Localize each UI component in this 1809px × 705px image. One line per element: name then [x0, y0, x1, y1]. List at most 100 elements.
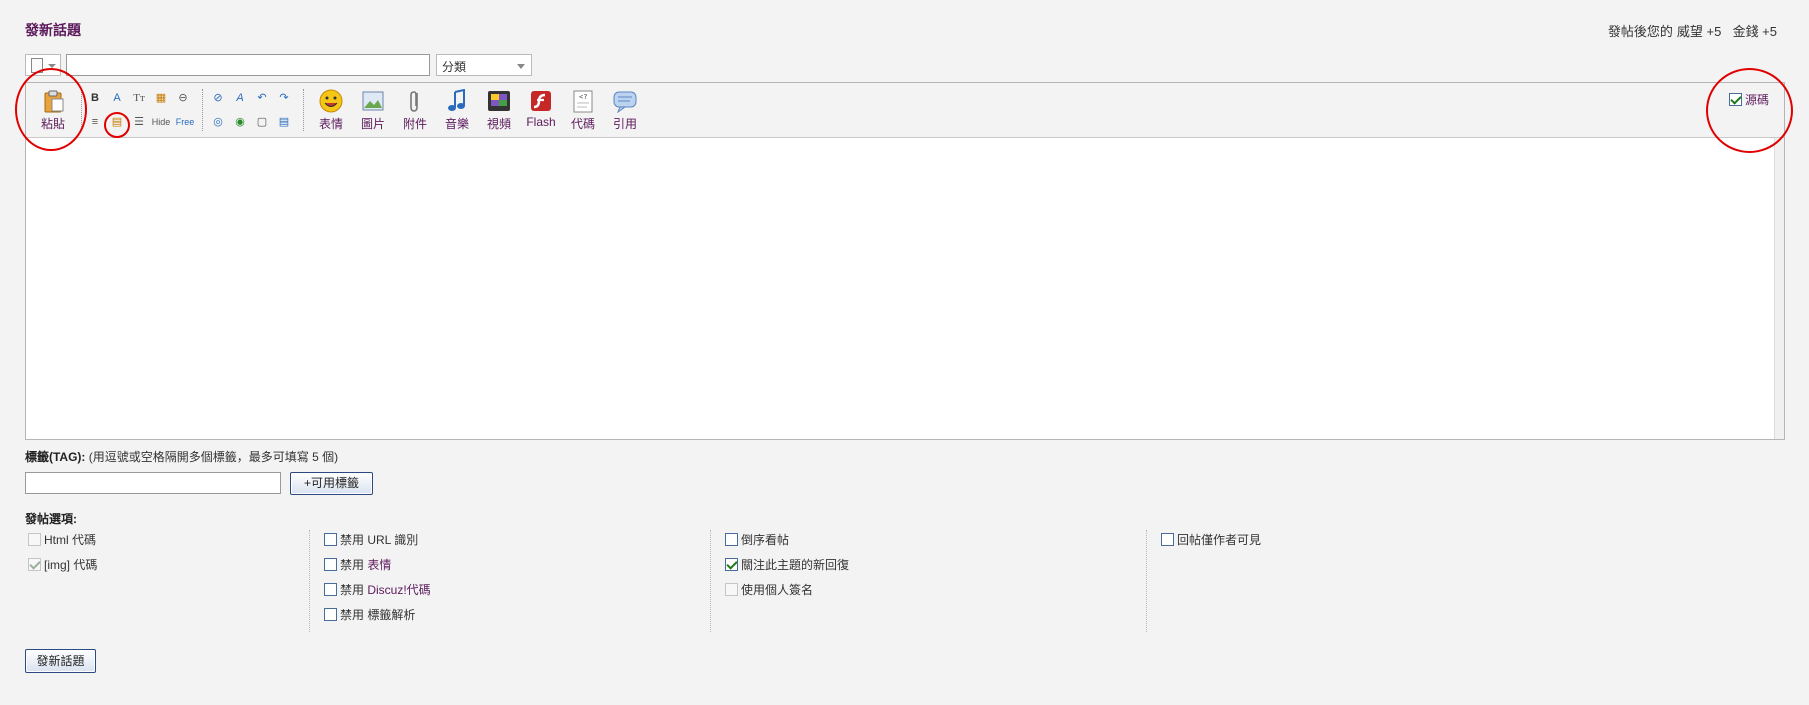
- option-reply-author-only[interactable]: 回帖僅作者可見: [1161, 530, 1261, 555]
- option-reverse-order-label: 倒序看帖: [741, 533, 790, 547]
- options-column-2: 禁用 URL 識別 禁用 表情 禁用 Discuz!代碼 禁用 標籤解析: [309, 530, 431, 632]
- options-column-4: 回帖僅作者可見: [1146, 530, 1261, 632]
- emoticon-label: 表情: [318, 117, 343, 131]
- category-select[interactable]: 分類: [436, 54, 532, 76]
- option-disable-url[interactable]: 禁用 URL 識別: [324, 530, 431, 555]
- align-button[interactable]: ≡: [86, 113, 104, 131]
- editor-textarea[interactable]: [26, 138, 1774, 439]
- redo-button[interactable]: ↷: [275, 89, 293, 107]
- video-icon: [486, 89, 512, 113]
- music-button[interactable]: 音樂: [438, 88, 476, 131]
- option-disable-url-label: URL 識別: [367, 533, 419, 547]
- tag-label-title: 標籤(TAG):: [25, 450, 86, 464]
- tag-input[interactable]: [25, 472, 281, 494]
- chevron-down-icon: [517, 64, 525, 69]
- speech-bubble-icon: [612, 89, 638, 114]
- subject-input[interactable]: [66, 54, 430, 76]
- editor-scrollbar[interactable]: [1774, 138, 1784, 439]
- music-note-icon: [444, 88, 470, 113]
- option-disable-tag-parse-checkbox[interactable]: [324, 608, 337, 621]
- option-reverse-order-checkbox[interactable]: [725, 533, 738, 546]
- option-follow-replies-label: 關注此主題的新回復: [741, 558, 850, 572]
- link-button[interactable]: ⊖: [174, 89, 192, 107]
- flash-icon: [528, 89, 554, 113]
- font-size-button[interactable]: Tт: [130, 89, 148, 107]
- option-disable-prefix: 禁用: [340, 608, 368, 622]
- option-html-code-label: Html 代碼: [44, 533, 96, 547]
- image-icon: [360, 89, 386, 113]
- option-use-signature-checkbox[interactable]: [725, 583, 738, 596]
- option-disable-prefix: 禁用: [340, 533, 368, 547]
- annotation-circle-quote-block: [104, 112, 130, 138]
- option-disable-smilies-checkbox[interactable]: [324, 558, 337, 571]
- option-disable-discuz-code-checkbox[interactable]: [324, 583, 337, 596]
- emoticon-button[interactable]: 表情: [312, 89, 350, 131]
- option-disable-tag-parse-label: 標籤解析: [367, 608, 416, 622]
- available-tags-button[interactable]: +可用標籤: [290, 472, 373, 495]
- paperclip-icon: [402, 89, 428, 113]
- remove-format-button[interactable]: A: [231, 89, 249, 107]
- option-reverse-order[interactable]: 倒序看帖: [725, 530, 849, 555]
- reward-money: 金錢 +5: [1732, 24, 1777, 39]
- free-button[interactable]: Free: [174, 113, 196, 131]
- option-use-signature[interactable]: 使用個人簽名: [725, 580, 849, 605]
- insert-media-button[interactable]: ◉: [231, 113, 249, 131]
- option-img-code-label: [img] 代碼: [44, 558, 98, 572]
- bold-button[interactable]: B: [86, 89, 104, 107]
- option-disable-discuz-code[interactable]: 禁用 Discuz!代碼: [324, 580, 431, 605]
- code-icon: <?: [570, 89, 596, 113]
- option-html-code[interactable]: Html 代碼: [28, 530, 97, 555]
- tag-label: 標籤(TAG): (用逗號或空格隔開多個標籤，最多可填寫 5 個): [25, 448, 338, 465]
- list-button[interactable]: ☰: [130, 113, 148, 131]
- table-button[interactable]: ▦: [152, 89, 170, 107]
- unlink-button[interactable]: ⊘: [209, 89, 227, 107]
- toolbar-divider: [303, 89, 304, 131]
- attachment-button[interactable]: 附件: [396, 89, 434, 131]
- option-disable-smilies-label[interactable]: 表情: [367, 558, 391, 572]
- option-html-code-checkbox[interactable]: [28, 533, 41, 546]
- reward-info: 發帖後您的 威望 +5 金錢 +5: [1604, 21, 1777, 40]
- video-label: 視頻: [486, 117, 511, 131]
- option-reply-author-only-label: 回帖僅作者可見: [1177, 533, 1262, 547]
- insert-web-image-button[interactable]: ◎: [209, 113, 227, 131]
- reward-prestige: 威望 +5: [1676, 24, 1722, 39]
- svg-text:<?: <?: [579, 93, 587, 101]
- quote-label: 引用: [612, 117, 637, 131]
- code-label: 代碼: [570, 117, 595, 131]
- quote-button[interactable]: 引用: [606, 89, 644, 131]
- code-button[interactable]: <? 代碼: [564, 89, 602, 131]
- option-follow-replies-checkbox[interactable]: [725, 558, 738, 571]
- annotation-circle-source: [1706, 68, 1793, 153]
- option-disable-prefix: 禁用: [340, 558, 368, 572]
- option-img-code-checkbox[interactable]: [28, 558, 41, 571]
- video-button[interactable]: 視頻: [480, 89, 518, 131]
- page-title: 發新話題: [25, 22, 81, 38]
- category-select-value: 分類: [442, 60, 467, 74]
- new-page-button[interactable]: ▢: [253, 113, 271, 131]
- image-button[interactable]: 圖片: [354, 89, 392, 131]
- options-column-3: 倒序看帖 關注此主題的新回復 使用個人簽名: [710, 530, 849, 632]
- editor-toolbar: 粘貼 B A Tт ▦ ⊖ ≡ ▤ ☰ Hide Free ⊘ A ↶ ↷ ◎ …: [26, 83, 1784, 138]
- option-disable-tag-parse[interactable]: 禁用 標籤解析: [324, 605, 431, 630]
- tag-label-hint: (用逗號或空格隔開多個標籤，最多可填寫 5 個): [85, 450, 339, 464]
- flash-button[interactable]: Flash: [522, 89, 560, 131]
- option-disable-smilies[interactable]: 禁用 表情: [324, 555, 431, 580]
- option-follow-replies[interactable]: 關注此主題的新回復: [725, 555, 849, 580]
- post-editor: 粘貼 B A Tт ▦ ⊖ ≡ ▤ ☰ Hide Free ⊘ A ↶ ↷ ◎ …: [25, 82, 1785, 440]
- option-reply-author-only-checkbox[interactable]: [1161, 533, 1174, 546]
- font-color-button[interactable]: A: [108, 89, 126, 107]
- post-options-title: 發帖選項:: [25, 512, 77, 526]
- toolbar-divider: [202, 89, 203, 131]
- option-disable-discuz-code-label[interactable]: Discuz!代碼: [367, 583, 430, 597]
- reward-prefix: 發帖後您的: [1607, 24, 1673, 39]
- hide-button[interactable]: Hide: [150, 113, 172, 131]
- insert-page-break-button[interactable]: ▤: [275, 113, 293, 131]
- option-disable-url-checkbox[interactable]: [324, 533, 337, 546]
- undo-button[interactable]: ↶: [253, 89, 271, 107]
- music-label: 音樂: [444, 117, 469, 131]
- image-label: 圖片: [360, 117, 385, 131]
- smiley-icon: [318, 89, 344, 113]
- submit-new-topic-button[interactable]: 發新話題: [25, 649, 96, 673]
- option-img-code[interactable]: [img] 代碼: [28, 555, 97, 580]
- options-column-1: Html 代碼 [img] 代碼: [28, 530, 97, 580]
